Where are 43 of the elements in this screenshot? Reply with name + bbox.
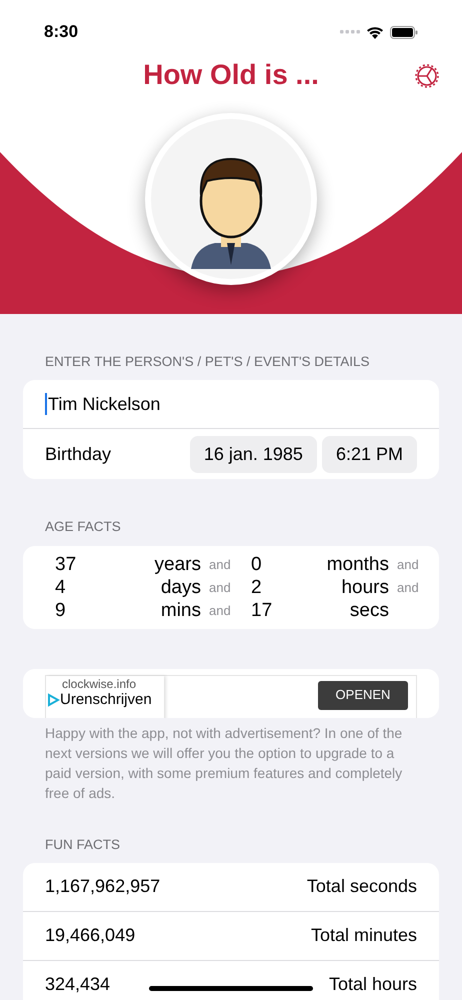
- ad-note: Happy with the app, not with advertisement? In one of the next versions we will offer you the option to upgrade to a paid version, with some premium features and completely free of ads.: [44, 724, 404, 802]
- fact-label: Total seconds: [306, 875, 417, 898]
- date-picker[interactable]: 16 jan. 1985: [190, 436, 317, 473]
- fact-value: 0: [251, 552, 263, 576]
- ad-domain: clockwise.info: [62, 676, 138, 690]
- section-heading: FUN FACTS: [44, 836, 122, 854]
- fact-number: 19,466,049: [45, 924, 136, 948]
- fact-unit: mins: [160, 598, 201, 622]
- open-button[interactable]: OPENEN: [318, 680, 408, 710]
- section-heading: ENTER THE PERSON'S / PET'S / EVENT'S DETAILS: [44, 353, 371, 371]
- joiner-text: and: [208, 602, 232, 620]
- joiner-text: and: [208, 556, 232, 574]
- fact-value: 9: [55, 598, 67, 622]
- name-field[interactable]: Tim Nickelson: [23, 380, 439, 430]
- fact-value: 4: [55, 576, 67, 598]
- fact-value: 17: [251, 598, 274, 622]
- section-heading: AGE FACTS: [44, 518, 122, 536]
- battery-icon: [390, 26, 418, 38]
- time-picker[interactable]: 6:21 PM: [322, 436, 417, 473]
- fact-unit: days: [160, 576, 201, 598]
- fact-unit: hours: [340, 576, 389, 598]
- joiner-text: and: [396, 556, 420, 574]
- fact-number: 1,167,962,957: [45, 875, 160, 898]
- text-cursor: [45, 393, 47, 416]
- ad-banner[interactable]: clockwise.info Urenschrijven OPENEN: [45, 674, 417, 718]
- fact-unit: months: [326, 552, 389, 576]
- fact-unit: secs: [348, 598, 389, 622]
- play-icon: [47, 692, 60, 706]
- wifi-icon: [366, 26, 384, 38]
- status-time: 8:30: [44, 21, 78, 44]
- ad-headline: Urenschrijven: [60, 690, 152, 708]
- fact-value: 2: [251, 576, 263, 598]
- settings-icon[interactable]: [414, 63, 440, 89]
- birthday-label: Birthday: [45, 442, 112, 466]
- signal-icon: [340, 30, 360, 34]
- fact-label: Total minutes: [310, 924, 417, 948]
- fact-unit: years: [154, 552, 201, 576]
- app-title: How Old is ...: [143, 58, 319, 92]
- joiner-text: and: [396, 578, 420, 596]
- joiner-text: and: [208, 578, 232, 596]
- fact-number: 324,434: [45, 973, 110, 996]
- fact-value: 37: [55, 552, 78, 576]
- fact-label: Total hours: [328, 973, 417, 996]
